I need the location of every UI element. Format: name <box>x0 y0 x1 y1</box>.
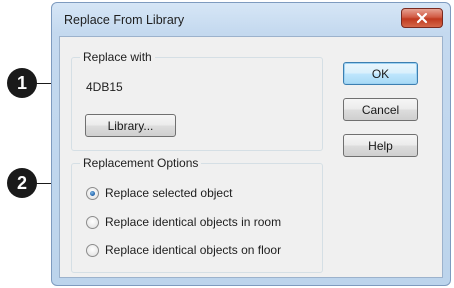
replace-with-legend: Replace with <box>80 50 155 64</box>
callout-1-marker: 1 <box>7 68 37 98</box>
callout-2-marker: 2 <box>7 168 37 198</box>
library-button[interactable]: Library... <box>85 114 176 137</box>
close-button[interactable] <box>401 8 443 28</box>
cancel-button-label: Cancel <box>361 102 400 117</box>
help-button[interactable]: Help <box>343 134 418 157</box>
radio-label: Replace identical objects in room <box>105 215 282 229</box>
replace-with-group: Replace with 4DB15 Library... <box>71 50 323 151</box>
radio-replace-identical-in-room[interactable]: Replace identical objects in room <box>86 214 281 230</box>
radio-label: Replace identical objects on floor <box>105 243 282 257</box>
radio-replace-identical-on-floor[interactable]: Replace identical objects on floor <box>86 242 281 258</box>
radio-replace-selected-object[interactable]: Replace selected object <box>86 185 232 201</box>
dialog-title: Replace From Library <box>64 13 185 27</box>
ok-button-label: OK <box>371 66 390 81</box>
help-button-label: Help <box>368 138 393 153</box>
radio-button-selected[interactable] <box>86 186 99 200</box>
library-button-label: Library... <box>107 118 154 133</box>
replace-with-value: 4DB15 <box>86 80 123 94</box>
dialog-client-area: Replace with 4DB15 Library... Replacemen… <box>59 36 443 278</box>
replacement-options-legend: Replacement Options <box>80 156 202 170</box>
replace-from-library-dialog: Replace From Library Replace with 4DB15 … <box>51 2 451 286</box>
radio-button[interactable] <box>86 243 99 257</box>
radio-button[interactable] <box>86 215 99 229</box>
replacement-options-group: Replacement Options Replace selected obj… <box>71 156 323 273</box>
radio-selected-dot <box>90 190 95 196</box>
radio-label: Replace selected object <box>105 186 233 200</box>
cancel-button[interactable]: Cancel <box>343 98 418 121</box>
close-icon <box>416 12 428 24</box>
ok-button[interactable]: OK <box>343 62 418 85</box>
